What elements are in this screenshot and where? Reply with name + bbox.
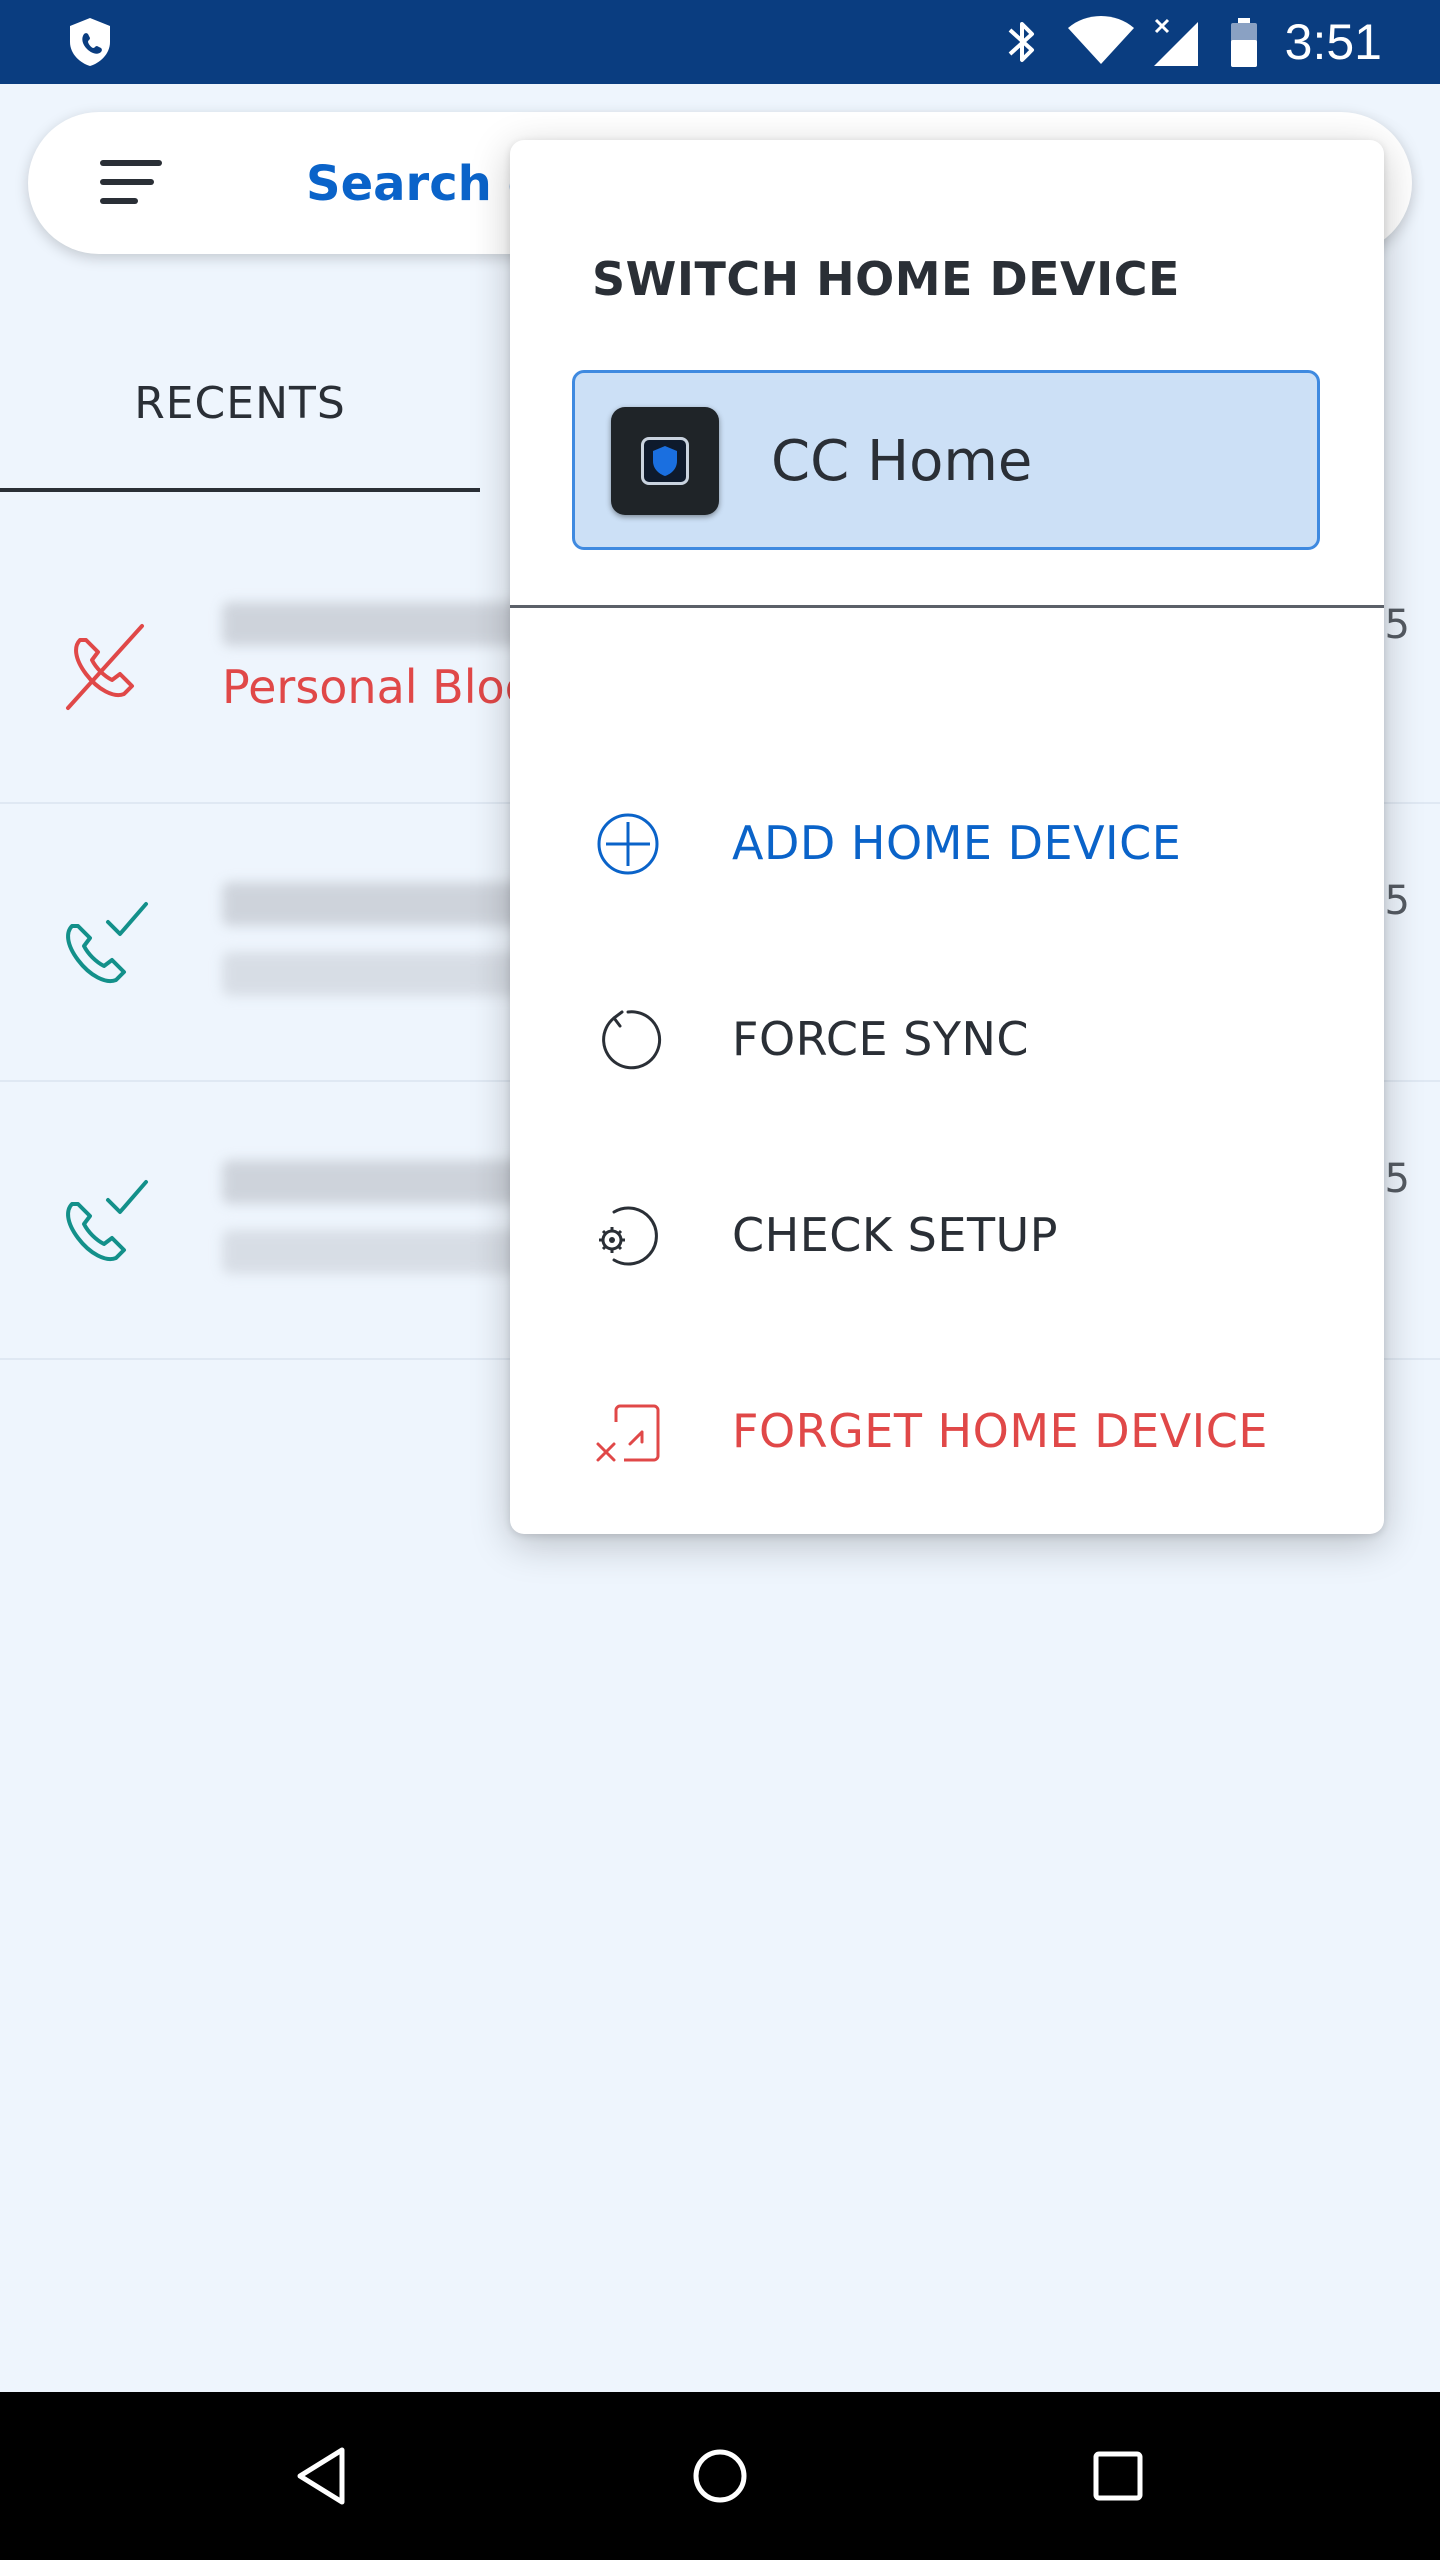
status-time: 3:51 (1284, 14, 1382, 70)
answered-call-icon (66, 1180, 148, 1261)
bluetooth-icon (1008, 22, 1034, 62)
menu-divider (510, 605, 1384, 608)
home-icon[interactable] (680, 2436, 760, 2516)
tab-recents-label: RECENTS (134, 378, 346, 429)
wifi-icon (1068, 16, 1134, 64)
gear-sync-icon (599, 1206, 658, 1266)
force-sync-label: FORCE SYNC (732, 1012, 1029, 1066)
status-bar: 3:51 (0, 0, 1440, 84)
search-label: Search (306, 156, 492, 212)
back-icon[interactable] (282, 2436, 362, 2516)
force-sync-item[interactable]: FORCE SYNC (510, 958, 1384, 1118)
call-time: 5 (1384, 602, 1410, 648)
blurred-number-secondary (222, 1230, 522, 1274)
call-time: 5 (1384, 1156, 1410, 1202)
answered-call-icon (66, 902, 148, 983)
blurred-number-secondary (222, 952, 522, 996)
forget-home-device-item[interactable]: FORGET HOME DEVICE (510, 1350, 1384, 1510)
forget-home-device-label: FORGET HOME DEVICE (732, 1404, 1268, 1458)
check-setup-label: CHECK SETUP (732, 1208, 1058, 1262)
switch-home-device-menu: SWITCH HOME DEVICE CC Home ADD HOME DEVI… (510, 140, 1384, 1534)
blurred-number (222, 1160, 522, 1204)
add-circle-icon (597, 813, 659, 875)
device-thumbnail (611, 407, 719, 515)
device-shield-icon (653, 446, 677, 476)
call-label: Personal Bloc (222, 660, 530, 714)
call-time: 5 (1384, 878, 1410, 924)
blurred-number (222, 882, 522, 926)
check-setup-item[interactable]: CHECK SETUP (510, 1154, 1384, 1314)
battery-icon (1231, 18, 1257, 67)
blurred-number (222, 602, 522, 646)
menu-title: SWITCH HOME DEVICE (592, 252, 1180, 306)
recents-icon[interactable] (1078, 2436, 1158, 2516)
shield-icon (70, 18, 110, 66)
menu-icon[interactable] (94, 156, 184, 210)
device-name: CC Home (771, 429, 1033, 494)
add-home-device-item[interactable]: ADD HOME DEVICE (510, 762, 1384, 922)
selected-device-card[interactable]: CC Home (572, 370, 1320, 550)
navigation-bar (0, 2392, 1440, 2560)
blocked-call-icon (66, 624, 144, 710)
forget-device-icon (596, 1404, 660, 1462)
signal-icon (1154, 18, 1198, 66)
sync-icon (602, 1010, 662, 1070)
add-home-device-label: ADD HOME DEVICE (732, 816, 1182, 870)
tab-recents[interactable]: RECENTS (0, 330, 480, 492)
